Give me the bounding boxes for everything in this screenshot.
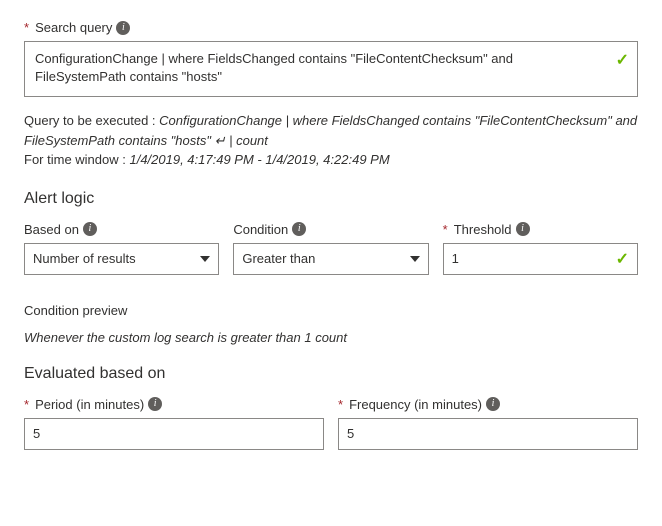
condition-label: Condition i — [233, 222, 428, 237]
info-icon[interactable]: i — [292, 222, 306, 236]
period-value: 5 — [33, 426, 40, 441]
condition-label-text: Condition — [233, 222, 288, 237]
query-preview: Query to be executed : ConfigurationChan… — [24, 111, 638, 170]
threshold-label: * Threshold i — [443, 222, 638, 237]
frequency-label: * Frequency (in minutes) i — [338, 397, 638, 412]
search-query-input[interactable]: ConfigurationChange | where FieldsChange… — [24, 41, 638, 97]
period-input[interactable]: 5 — [24, 418, 324, 450]
threshold-input[interactable]: 1 ✓ — [443, 243, 638, 275]
condition-select[interactable]: Greater than — [233, 243, 428, 275]
condition-preview-text: Whenever the custom log search is greate… — [24, 330, 638, 345]
threshold-label-text: Threshold — [454, 222, 512, 237]
required-indicator: * — [24, 397, 29, 412]
info-icon[interactable]: i — [116, 21, 130, 35]
time-window-prefix: For time window : — [24, 152, 129, 167]
info-icon[interactable]: i — [486, 397, 500, 411]
based-on-label-text: Based on — [24, 222, 79, 237]
frequency-input[interactable]: 5 — [338, 418, 638, 450]
check-icon: ✓ — [616, 50, 629, 72]
check-icon: ✓ — [616, 249, 629, 269]
based-on-select[interactable]: Number of results — [24, 243, 219, 275]
query-preview-prefix: Query to be executed : — [24, 113, 159, 128]
required-indicator: * — [443, 222, 448, 237]
time-window-value: 1/4/2019, 4:17:49 PM - 1/4/2019, 4:22:49… — [129, 152, 389, 167]
condition-value: Greater than — [242, 251, 315, 266]
period-label: * Period (in minutes) i — [24, 397, 324, 412]
alert-logic-heading: Alert logic — [24, 190, 638, 208]
based-on-value: Number of results — [33, 251, 136, 266]
search-query-label: * Search query i — [24, 20, 638, 35]
condition-preview-label: Condition preview — [24, 303, 638, 318]
evaluated-heading: Evaluated based on — [24, 365, 638, 383]
info-icon[interactable]: i — [83, 222, 97, 236]
required-indicator: * — [338, 397, 343, 412]
search-query-value: ConfigurationChange | where FieldsChange… — [35, 51, 513, 84]
chevron-down-icon — [410, 256, 420, 262]
frequency-label-text: Frequency (in minutes) — [349, 397, 482, 412]
info-icon[interactable]: i — [148, 397, 162, 411]
threshold-value: 1 — [452, 251, 459, 266]
query-preview-suffix: | count — [229, 133, 268, 148]
period-label-text: Period (in minutes) — [35, 397, 144, 412]
based-on-label: Based on i — [24, 222, 219, 237]
return-icon: ↵ — [215, 133, 230, 148]
chevron-down-icon — [200, 256, 210, 262]
required-indicator: * — [24, 20, 29, 35]
info-icon[interactable]: i — [516, 222, 530, 236]
search-query-label-text: Search query — [35, 20, 112, 35]
frequency-value: 5 — [347, 426, 354, 441]
